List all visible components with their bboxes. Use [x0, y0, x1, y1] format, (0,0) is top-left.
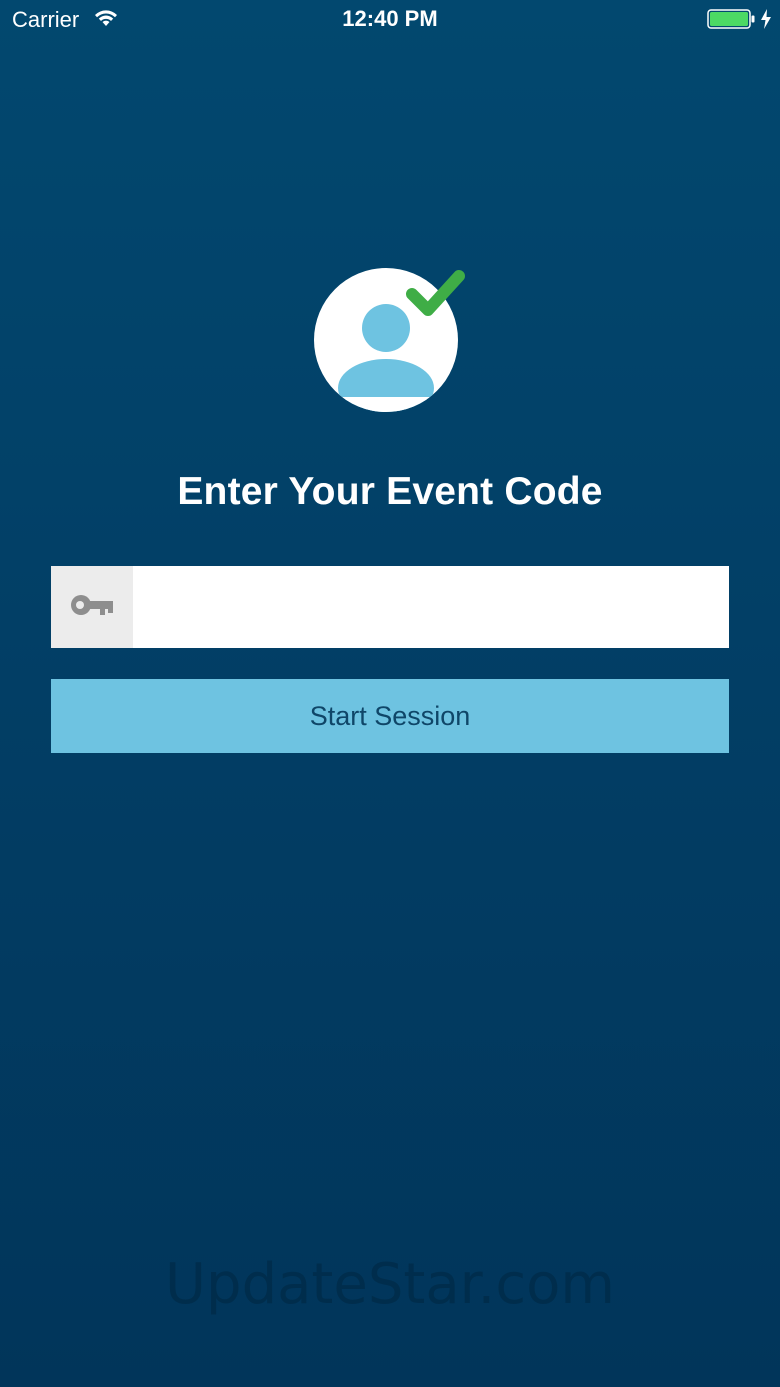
status-bar: Carrier 12:40 PM: [0, 0, 780, 40]
start-session-button[interactable]: Start Session: [51, 679, 729, 753]
event-code-input[interactable]: [133, 566, 729, 648]
key-icon: [69, 592, 115, 623]
charging-bolt-icon: [760, 8, 772, 30]
watermark: UpdateStar.com: [165, 1252, 615, 1317]
event-code-field[interactable]: [51, 566, 729, 648]
battery-icon: [707, 9, 757, 29]
user-check-icon: [314, 266, 468, 416]
page-title: Enter Your Event Code: [177, 470, 603, 513]
clock: 12:40 PM: [342, 6, 438, 31]
key-icon-box: [51, 566, 133, 648]
